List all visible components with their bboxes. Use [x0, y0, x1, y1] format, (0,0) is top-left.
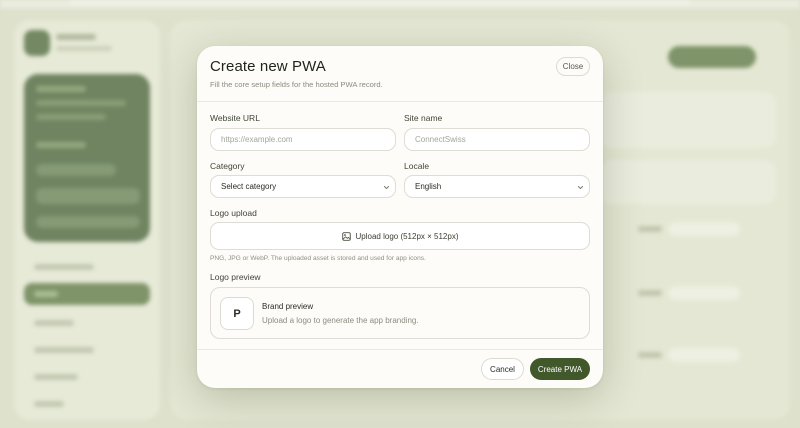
locale-select[interactable]: English: [404, 175, 590, 198]
brand-preview-title: Brand preview: [262, 302, 314, 311]
category-select[interactable]: Select category: [210, 175, 396, 198]
website-url-input[interactable]: https://example.com: [210, 128, 396, 151]
logo-upload-label: Logo upload: [210, 208, 257, 218]
chevron-down-icon: [577, 185, 584, 190]
cancel-button[interactable]: Cancel: [481, 358, 524, 380]
footer-divider: [197, 349, 603, 350]
brand-preview-description: Upload a logo to generate the app brandi…: [262, 316, 419, 325]
logo-placeholder-initial: P: [220, 297, 254, 330]
dialog-header: Create new PWA Fill the core setup field…: [197, 46, 603, 102]
logo-preview-label: Logo preview: [210, 272, 261, 282]
upload-logo-label: Upload logo (512px × 512px): [355, 231, 459, 241]
category-selected-value: Select category: [221, 182, 277, 191]
upload-hint: PNG, JPG or WebP. The uploaded asset is …: [210, 255, 426, 262]
dialog-subtitle: Fill the core setup fields for the hoste…: [210, 80, 383, 89]
website-url-label: Website URL: [210, 113, 260, 123]
site-name-input[interactable]: ConnectSwiss: [404, 128, 590, 151]
locale-label: Locale: [404, 161, 430, 171]
create-pwa-button[interactable]: Create PWA: [530, 358, 590, 380]
upload-logo-button[interactable]: Upload logo (512px × 512px): [210, 222, 590, 250]
chevron-down-icon: [383, 185, 390, 190]
create-pwa-dialog: Create new PWA Fill the core setup field…: [197, 46, 603, 388]
locale-selected-value: English: [415, 182, 442, 191]
logo-preview-card: P Brand preview Upload a logo to generat…: [210, 287, 590, 339]
site-name-label: Site name: [404, 113, 443, 123]
close-button[interactable]: Close: [556, 57, 590, 76]
dialog-title: Create new PWA: [210, 58, 326, 75]
image-upload-icon: [341, 231, 351, 241]
category-label: Category: [210, 161, 245, 171]
